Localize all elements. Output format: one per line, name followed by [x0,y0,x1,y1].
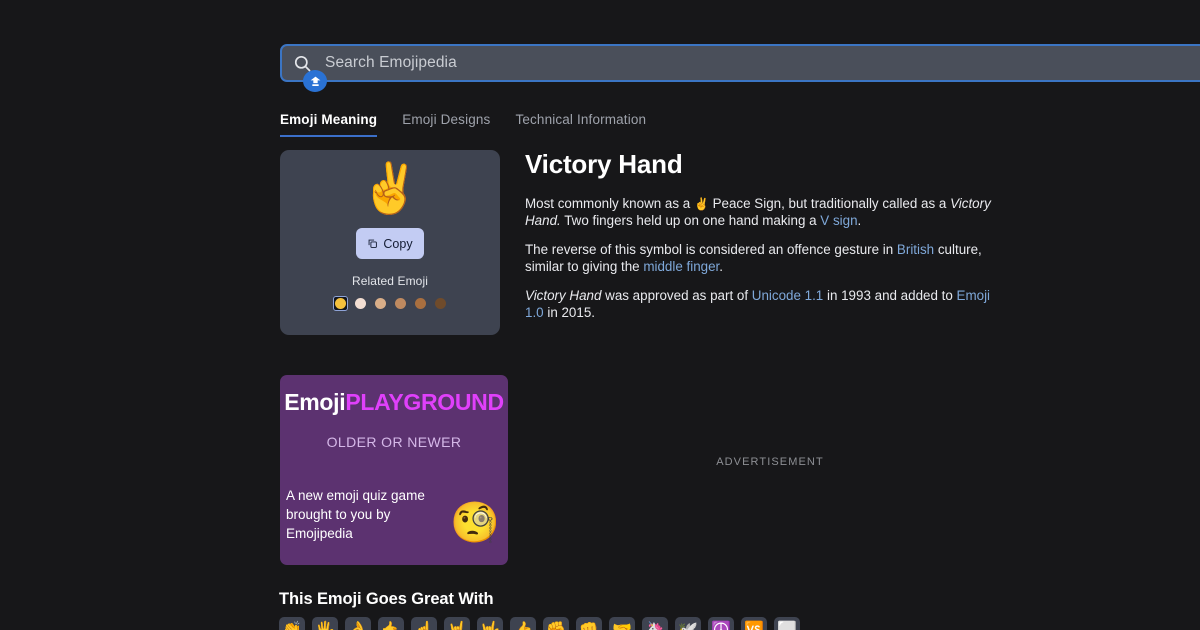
link-unicode-1-1[interactable]: Unicode 1.1 [752,288,823,303]
up-arrow-glyph [310,76,320,86]
emoji-playground-ad[interactable]: EmojiPLAYGROUND OLDER OR NEWER A new emo… [280,375,508,565]
tab-emoji-meaning[interactable]: Emoji Meaning [280,112,378,137]
related-emoji-tile[interactable]: ⬜ [774,617,800,630]
advertisement-label: ADVERTISEMENT [716,456,824,468]
ad-quiz-emoji: 🧐 [450,500,500,546]
ad-logo: EmojiPLAYGROUND [280,391,508,414]
related-emoji-tile[interactable]: 🤟 [477,617,503,630]
goes-great-with-section: This Emoji Goes Great With 👏 🖐️ 👌 🤙 ☝️ 🤘… [279,590,1179,630]
related-emoji-tile[interactable]: 🤝 [609,617,635,630]
swatch-default-yellow[interactable] [332,296,348,311]
related-emoji-label: Related Emoji [351,274,428,288]
related-emoji-tile[interactable]: 👏 [279,617,305,630]
swatch-medium-light-skin-tone[interactable] [373,296,388,311]
swatch-dot [434,298,446,309]
link-middle-finger[interactable]: middle finger [643,259,719,274]
emojipedia-page: Emoji Meaning Emoji Designs Technical In… [0,0,1200,630]
search-bar[interactable] [280,44,1200,82]
related-emoji-tile[interactable]: ☮️ [708,617,734,630]
swatch-dot [354,298,366,309]
goes-great-with-title: This Emoji Goes Great With [279,590,494,608]
search-input[interactable] [325,46,1200,80]
related-emoji-tile[interactable]: 🆚 [741,617,767,630]
copy-button-label: Copy [383,236,413,251]
related-emoji-tile[interactable]: 🤘 [444,617,470,630]
ad-subtitle: OLDER OR NEWER [326,434,462,450]
swatch-medium-dark-skin-tone[interactable] [413,296,428,311]
swatch-dot [394,298,406,309]
article-paragraph-1: Most commonly known as a ✌️ Peace Sign, … [525,196,995,229]
swatch-medium-skin-tone[interactable] [393,296,408,311]
related-emoji-tile[interactable]: 🤙 [378,617,404,630]
victory-hand-emoji: ✌️ [359,160,421,217]
related-emoji-tile[interactable]: 🦄 [642,617,668,630]
article-paragraph-3: Victory Hand was approved as part of Uni… [525,288,995,321]
related-emoji-tile[interactable]: ☝️ [411,617,437,630]
tab-emoji-designs[interactable]: Emoji Designs [402,112,490,137]
ad-body-text: A new emoji quiz game brought to you by … [286,488,425,541]
page-title: Victory Hand [525,149,683,179]
content-tabs: Emoji Meaning Emoji Designs Technical In… [280,112,646,137]
upload-badge-icon[interactable] [303,70,327,92]
peace-sign-inline-emoji: ✌️ [693,197,709,211]
copy-icon [369,239,378,248]
related-emoji-tile[interactable]: 👍 [510,617,536,630]
related-emoji-tile[interactable]: 🖐️ [312,617,338,630]
swatch-dot [414,298,426,309]
tab-technical-information[interactable]: Technical Information [515,112,646,137]
related-emoji-tile[interactable]: 👊 [576,617,602,630]
search-icon [294,55,311,71]
p1-text-c: Two fingers held up on one hand making a [560,212,821,228]
p3-text-c: in 2015. [543,304,595,320]
swatch-dot [374,298,386,309]
p3-text-b: in 1993 and added to [823,288,957,303]
related-emoji-tile[interactable]: ✊ [543,617,569,630]
ad-logo-emoji-text: Emoji [284,389,346,415]
p2-text-a: The reverse of this symbol is considered… [525,242,897,257]
ad-logo-playground-text: PLAYGROUND [345,389,504,415]
related-emoji-tile[interactable]: 👌 [345,617,371,630]
swatch-light-skin-tone[interactable] [353,296,368,311]
article-content: Victory Hand Most commonly known as a ✌️… [525,148,995,321]
copy-button[interactable]: Copy [356,228,424,259]
swatch-dot [334,298,346,309]
p3-emphasis: Victory Hand [525,288,602,303]
link-british[interactable]: British [897,242,934,257]
swatch-dark-skin-tone[interactable] [433,296,448,311]
p1-text-b: Peace Sign, but traditionally called as … [708,196,951,211]
article-paragraph-2: The reverse of this symbol is considered… [525,242,995,275]
emoji-preview-card: ✌️ Copy Related Emoji [280,150,500,335]
related-emoji-tile[interactable]: 🕊️ [675,617,701,630]
link-v-sign[interactable]: V sign [820,213,857,228]
p2-text-c: . [719,258,724,274]
goes-great-with-row: 👏 🖐️ 👌 🤙 ☝️ 🤘 🤟 👍 ✊ 👊 🤝 🦄 🕊️ ☮️ 🆚 ⬜ [279,617,1179,630]
p1-text-a: Most commonly known as a [525,196,694,211]
p1-text-d: . [857,212,862,228]
skin-tone-swatches [332,296,448,311]
p3-text-a: was approved as part of [601,288,752,303]
